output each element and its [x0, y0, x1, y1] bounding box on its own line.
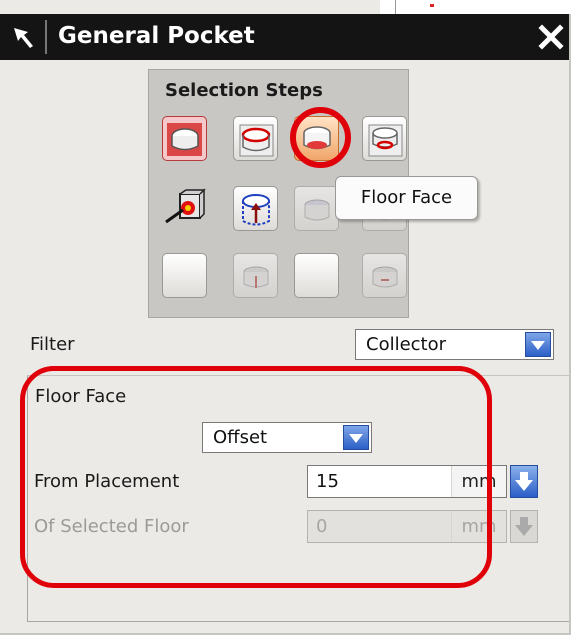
floor-face-tooltip: Floor Face [335, 176, 478, 220]
step-10-button[interactable] [233, 253, 278, 298]
filter-dropdown[interactable]: Collector [355, 329, 554, 360]
background-tick [395, 0, 396, 14]
close-icon[interactable] [537, 23, 565, 51]
step-pocket-outline-button[interactable] [233, 116, 278, 161]
pocket-outline-icon [239, 124, 274, 157]
step-7-button[interactable] [294, 186, 339, 231]
background-window-sliver [380, 0, 573, 14]
title-separator [45, 20, 47, 54]
chevron-down-icon[interactable] [525, 332, 551, 357]
target-body-icon [165, 188, 206, 224]
pocket-step-icon [304, 199, 330, 221]
filter-label: Filter [30, 334, 75, 355]
placement-face-icon [167, 123, 202, 156]
pocket-step-icon [372, 266, 398, 288]
floor-outline-icon [368, 124, 403, 157]
dialog-title: General Pocket [58, 23, 255, 49]
floor-face-step-highlight [290, 107, 351, 168]
step-11-button[interactable] [294, 253, 339, 298]
pocket-step-icon [243, 266, 269, 288]
step-9-button[interactable] [162, 253, 207, 298]
title-bar[interactable]: General Pocket [0, 14, 569, 60]
from-placement-menu-button[interactable] [510, 465, 538, 498]
background-red-mark [430, 4, 434, 7]
filter-dropdown-value: Collector [366, 334, 447, 355]
step-projection-vector-button[interactable] [233, 186, 278, 231]
selection-steps-heading: Selection Steps [165, 80, 323, 101]
step-12-button[interactable] [362, 253, 407, 298]
projection-vector-icon [242, 194, 270, 226]
arrow-down-icon [515, 472, 533, 491]
dialog-bottom-divider [27, 621, 569, 622]
general-pocket-dialog: General Pocket Selection Steps Floor Fac… [0, 0, 573, 635]
floor-face-group-highlight [20, 366, 492, 588]
step-floor-outline-button[interactable] [362, 116, 407, 161]
step-target-body-button[interactable] [162, 186, 207, 231]
step-placement-face-button[interactable] [162, 116, 207, 161]
pin-arrow-icon[interactable] [8, 22, 38, 52]
of-selected-floor-menu-button [510, 510, 538, 543]
arrow-down-icon [515, 517, 533, 536]
